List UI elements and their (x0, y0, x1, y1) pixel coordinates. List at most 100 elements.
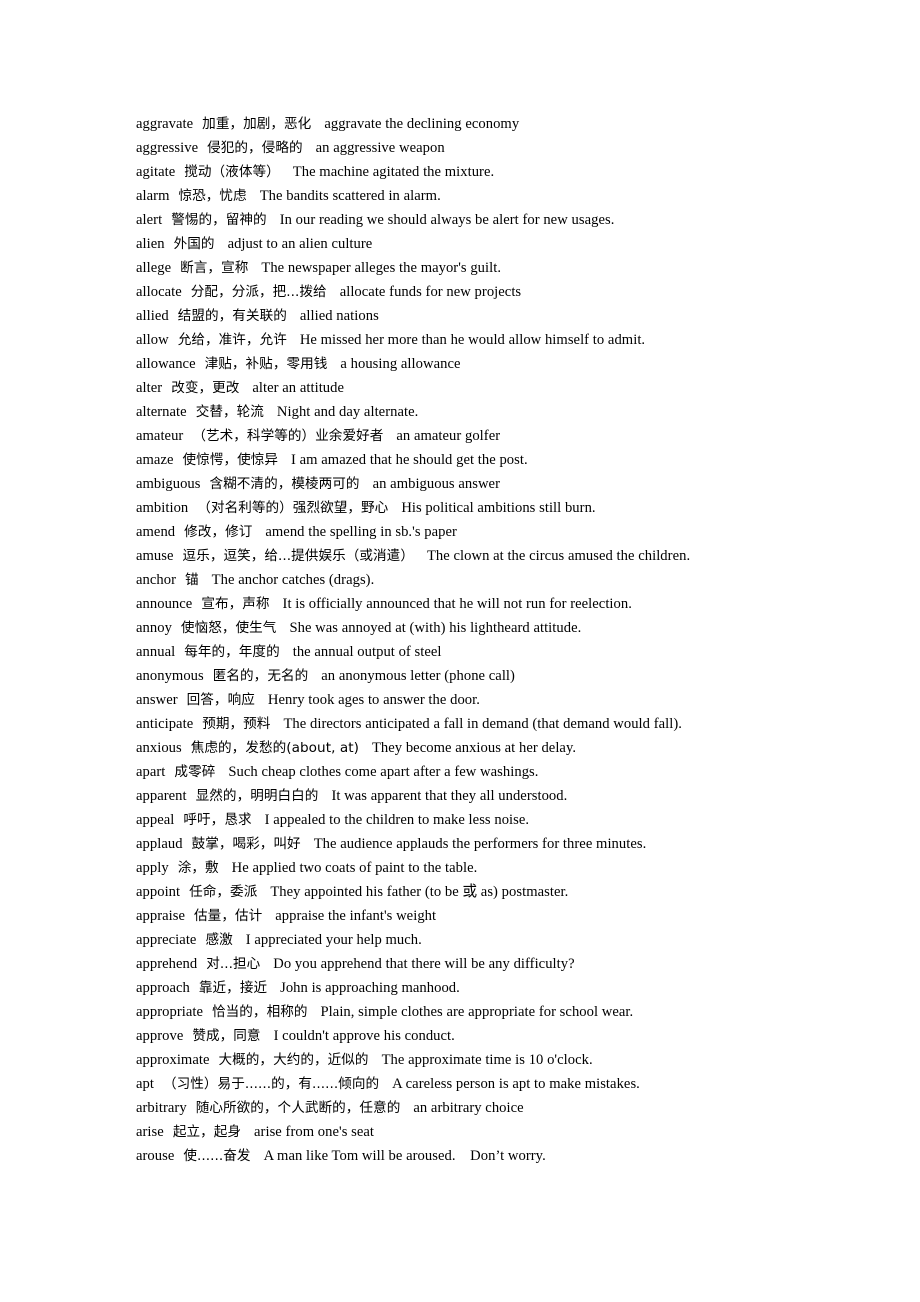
entry-word: apparent (136, 788, 187, 804)
entry-chinese-gloss: 感激 (205, 932, 233, 948)
entry-chinese-gloss: 搅动（液体等） (184, 164, 280, 180)
entry-chinese-gloss: 赞成，同意 (192, 1028, 261, 1044)
entry-chinese-gloss: 结盟的，有关联的 (177, 308, 287, 324)
entry-word: applaud (136, 836, 183, 852)
entry-example-sentence: Night and day alternate. (276, 404, 419, 420)
vocabulary-entry: anonymous 匿名的，无名的 an anonymous letter (pho… (136, 664, 896, 688)
document-page: aggravate 加重，加剧，恶化 aggravate the declining… (0, 0, 920, 1302)
entry-word: amuse (136, 548, 174, 564)
entry-word: arouse (136, 1148, 175, 1164)
entry-word: apprehend (136, 956, 198, 972)
vocabulary-entry: aggravate 加重，加剧，恶化 aggravate the declining… (136, 112, 896, 136)
vocabulary-entry: apply 涂，敷 He applied two coats of paint to… (136, 856, 896, 880)
entry-word: aggravate (136, 116, 194, 132)
entry-word: approve (136, 1028, 184, 1044)
entry-chinese-gloss: （习性）易于......的，有......倾向的 (162, 1076, 380, 1092)
vocabulary-entry: ambition （对名利等的）强烈欲望，野心 His political ambi… (136, 496, 896, 520)
entry-chinese-gloss: 含糊不清的，模棱两可的 (209, 476, 360, 492)
vocabulary-list: aggravate 加重，加剧，恶化 aggravate the declining… (136, 112, 896, 1168)
entry-word: annual (136, 644, 176, 660)
entry-example-sentence: A man like Tom will be aroused. Don’t wo… (263, 1148, 546, 1164)
vocabulary-entry: appreciate 感激 I appreciated your help much… (136, 928, 896, 952)
vocabulary-entry: anticipate 预期，预料 The directors anticipated… (136, 712, 896, 736)
vocabulary-entry: allied 结盟的，有关联的 allied nations (136, 304, 896, 328)
vocabulary-entry: apt （习性）易于......的，有......倾向的 A careless pe… (136, 1072, 896, 1096)
entry-chinese-gloss: 改变，更改 (171, 380, 240, 396)
entry-example-sentence: appraise the infant's weight (275, 908, 437, 924)
vocabulary-entry: amuse 逗乐，逗笑，给...提供娱乐（或消遣） The clown at the… (136, 544, 896, 568)
entry-chinese-gloss: 每年的，年度的 (184, 644, 280, 660)
vocabulary-entry: arouse 使......奋发 A man like Tom will be ar… (136, 1144, 896, 1168)
entry-example-sentence: allied nations (299, 308, 379, 324)
entry-chinese-gloss: 预期，预料 (202, 716, 271, 732)
entry-chinese-gloss: 鼓掌，喝彩，叫好 (191, 836, 301, 852)
entry-chinese-gloss: 使恼怒，使生气 (180, 620, 277, 636)
vocabulary-entry: appoint 任命，委派 They appointed his father (t… (136, 880, 896, 904)
entry-chinese-gloss: 回答，响应 (186, 692, 255, 708)
vocabulary-entry: approach 靠近，接近 John is approaching manhood… (136, 976, 896, 1000)
entry-word: arbitrary (136, 1100, 187, 1116)
entry-example-sentence: She was annoyed at (with) his lightheard… (289, 620, 582, 636)
entry-example-sentence: Do you apprehend that there will be any … (273, 956, 575, 972)
vocabulary-entry: arise 起立，起身 arise from one's seat (136, 1120, 896, 1144)
entry-word: allocate (136, 284, 182, 300)
entry-word: anticipate (136, 716, 194, 732)
entry-chinese-gloss: 显然的，明明白白的 (195, 788, 319, 804)
entry-word: aggressive (136, 140, 199, 156)
entry-word: anxious (136, 740, 182, 756)
entry-word: appoint (136, 884, 181, 900)
vocabulary-entry: announce 宣布，声称 It is officially announced … (136, 592, 896, 616)
entry-example-sentence: I appealed to the children to make less … (264, 812, 530, 828)
vocabulary-entry: applaud 鼓掌，喝彩，叫好 The audience applauds the… (136, 832, 896, 856)
entry-example-sentence: He missed her more than he would allow h… (299, 332, 646, 348)
entry-example-sentence: It was apparent that they all understood… (331, 788, 568, 804)
entry-chinese-gloss: 估量，估计 (194, 908, 263, 924)
entry-example-sentence: adjust to an alien culture (227, 236, 373, 252)
entry-word: apply (136, 860, 169, 876)
entry-chinese-gloss: 津贴，补贴，零用钱 (204, 356, 328, 372)
entry-word: appeal (136, 812, 175, 828)
entry-chinese-gloss: 大概的，大约的，近似的 (218, 1052, 369, 1068)
entry-chinese-gloss: 涂，敷 (177, 860, 219, 876)
entry-word: anchor (136, 572, 177, 588)
entry-example-sentence: Plain, simple clothes are appropriate fo… (320, 1004, 634, 1020)
vocabulary-entry: alternate 交替，轮流 Night and day alternate. (136, 400, 896, 424)
entry-example-sentence: They become anxious at her delay. (371, 740, 577, 756)
entry-word: alarm (136, 188, 170, 204)
entry-chinese-gloss: 呼吁，恳求 (183, 812, 252, 828)
entry-example-sentence: The directors anticipated a fall in dema… (283, 716, 682, 732)
entry-example-sentence: a housing allowance (340, 356, 461, 372)
vocabulary-entry: allocate 分配，分派，把...拨给 allocate funds for n… (136, 280, 896, 304)
entry-example-sentence: A careless person is apt to make mistake… (392, 1076, 640, 1092)
vocabulary-entry: apprehend 对...担心 Do you apprehend that the… (136, 952, 896, 976)
entry-word: anonymous (136, 668, 204, 684)
entry-word: alternate (136, 404, 187, 420)
entry-example-sentence: The audience applauds the performers for… (313, 836, 647, 852)
entry-chinese-gloss: 恰当的，相称的 (212, 1004, 308, 1020)
entry-word: allow (136, 332, 169, 348)
entry-chinese-gloss: 逗乐，逗笑，给...提供娱乐（或消遣） (182, 548, 414, 564)
vocabulary-entry: annoy 使恼怒，使生气 She was annoyed at (with) hi… (136, 616, 896, 640)
vocabulary-entry: amateur （艺术，科学等的）业余爱好者 an amateur golfer (136, 424, 896, 448)
entry-example-sentence: Henry took ages to answer the door. (267, 692, 480, 708)
entry-example-sentence: amend the spelling in sb.'s paper (265, 524, 457, 540)
entry-example-sentence: I am amazed that he should get the post. (291, 452, 528, 468)
entry-chinese-gloss: 焦虑的，发愁的(about, at) (190, 740, 359, 756)
entry-word: amateur (136, 428, 184, 444)
vocabulary-entry: apart 成零碎 Such cheap clothes come apart af… (136, 760, 896, 784)
entry-chinese-gloss: 加重，加剧，恶化 (202, 116, 312, 132)
vocabulary-entry: allege 断言，宣称 The newspaper alleges the may… (136, 256, 896, 280)
entry-chinese-gloss: 成零碎 (174, 764, 216, 780)
entry-chinese-gloss: 侵犯的，侵略的 (207, 140, 303, 156)
entry-example-sentence: The approximate time is 10 o'clock. (381, 1052, 593, 1068)
entry-word: allege (136, 260, 172, 276)
entry-chinese-gloss: 使惊愕，使惊异 (182, 452, 279, 468)
entry-example-sentence: an amateur golfer (396, 428, 501, 444)
entry-word: ambiguous (136, 476, 201, 492)
entry-word: answer (136, 692, 178, 708)
entry-chinese-gloss: 对...担心 (206, 956, 261, 972)
entry-word: amaze (136, 452, 174, 468)
entry-chinese-gloss: 惊恐，忧虑 (178, 188, 247, 204)
vocabulary-entry: alter 改变，更改 alter an attitude (136, 376, 896, 400)
vocabulary-entry: allowance 津贴，补贴，零用钱 a housing allowance (136, 352, 896, 376)
